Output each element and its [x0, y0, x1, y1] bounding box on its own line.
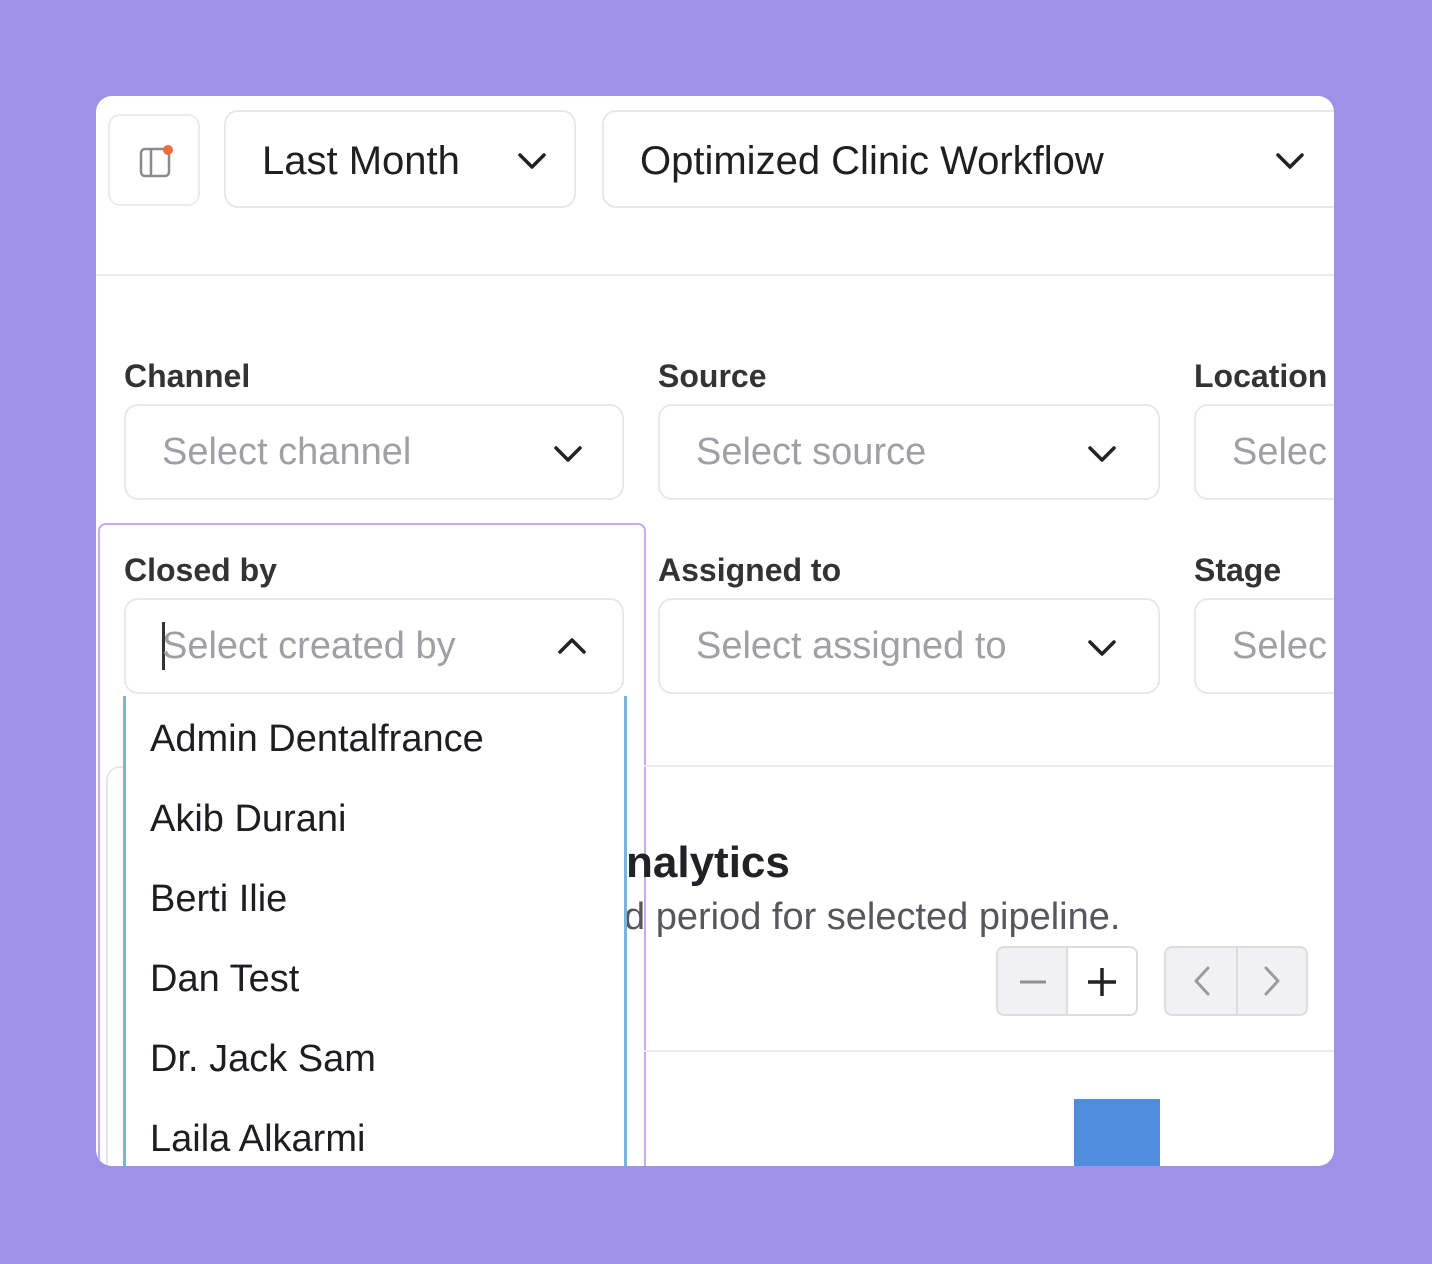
chevron-right-icon — [1264, 966, 1280, 996]
chevron-down-icon — [554, 446, 582, 462]
source-select[interactable]: Select source — [658, 404, 1160, 500]
next-button[interactable] — [1238, 948, 1306, 1014]
chevron-down-icon — [1276, 153, 1304, 169]
dropdown-option[interactable]: Dr. Jack Sam — [150, 1038, 376, 1081]
location-placeholder: Selec — [1232, 431, 1328, 473]
dropdown-option[interactable]: Berti Ilie — [150, 878, 287, 921]
location-label: Location — [1194, 358, 1328, 394]
stage-label: Stage — [1194, 552, 1282, 588]
assigned-to-label: Assigned to — [658, 552, 842, 588]
sidebar-panel-icon — [139, 145, 173, 178]
location-select[interactable]: Selec — [1194, 404, 1334, 500]
chevron-left-icon — [1194, 966, 1210, 996]
closed-by-placeholder: Select created by — [162, 625, 456, 667]
toolbar-divider — [96, 274, 1334, 276]
channel-label: Channel — [124, 358, 251, 394]
closed-by-select[interactable]: Select created by — [124, 598, 624, 694]
minus-icon — [1020, 980, 1046, 984]
chevron-down-icon — [1088, 446, 1116, 462]
pipeline-select[interactable]: Optimized Clinic Workflow — [602, 110, 1334, 208]
dropdown-option[interactable]: Laila Alkarmi — [150, 1118, 365, 1161]
previous-button[interactable] — [1166, 948, 1238, 1014]
dropdown-option[interactable]: Akib Durani — [150, 798, 346, 841]
zoom-in-button[interactable] — [1068, 948, 1136, 1014]
analytics-card: Last Month Optimized Clinic Workflow Cha… — [96, 96, 1334, 1166]
sidebar-toggle-button[interactable] — [108, 114, 200, 206]
chart-bar — [1074, 1099, 1160, 1166]
chevron-down-icon — [518, 153, 546, 169]
channel-select[interactable]: Select channel — [124, 404, 624, 500]
chevron-down-icon — [1088, 640, 1116, 656]
closed-by-label: Closed by — [124, 552, 277, 588]
filters-divider — [644, 765, 1334, 767]
stage-select[interactable]: Selec — [1194, 598, 1334, 694]
closed-by-dropdown: Admin Dentalfrance Akib Durani Berti Ili… — [123, 696, 627, 1166]
plus-icon — [1088, 968, 1116, 996]
period-select-value: Last Month — [262, 139, 460, 183]
pagination-controls — [1164, 946, 1308, 1016]
period-select[interactable]: Last Month — [224, 110, 576, 208]
dropdown-option[interactable]: Dan Test — [150, 958, 299, 1001]
pipeline-select-value: Optimized Clinic Workflow — [640, 139, 1104, 183]
zoom-out-button[interactable] — [998, 948, 1068, 1014]
stage-placeholder: Selec — [1232, 625, 1328, 667]
analytics-subtitle: d period for selected pipeline. — [624, 896, 1121, 938]
assigned-to-select[interactable]: Select assigned to — [658, 598, 1160, 694]
chart-divider — [644, 1050, 1334, 1052]
analytics-title: nalytics — [626, 838, 790, 887]
zoom-controls — [996, 946, 1138, 1016]
channel-placeholder: Select channel — [162, 431, 412, 473]
source-label: Source — [658, 358, 767, 394]
chevron-up-icon — [558, 638, 586, 654]
dropdown-option[interactable]: Admin Dentalfrance — [150, 718, 484, 761]
assigned-to-placeholder: Select assigned to — [696, 625, 1007, 667]
source-placeholder: Select source — [696, 431, 927, 473]
